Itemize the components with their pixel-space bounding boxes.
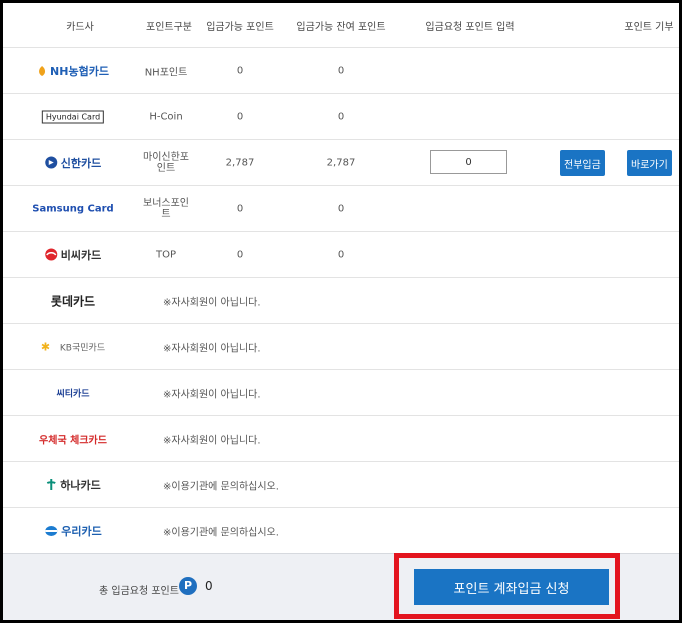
samsung-card-logo: Samsung Card — [32, 203, 114, 214]
table-row: 씨티카드 ※자사회원이 아닙니다. — [3, 369, 679, 415]
status-note: ※이용기관에 문의하십시오. — [163, 481, 279, 492]
available-points: 0 — [236, 65, 244, 76]
point-type: H-Coin — [149, 111, 183, 122]
point-type: TOP — [155, 249, 177, 260]
nh-leaf-icon — [39, 65, 46, 76]
point-badge-icon: P — [179, 577, 197, 595]
shinhan-logo-icon — [45, 156, 58, 169]
total-request-label: 총 입금요청 포인트 — [99, 586, 179, 597]
hana-card-logo: 하나카드 — [45, 477, 101, 493]
point-type: NH포인트 — [144, 67, 188, 78]
table-row: NH농협카드 NH포인트 0 0 — [3, 47, 679, 93]
available-remaining: 0 — [337, 249, 345, 260]
available-points: 2,787 — [225, 157, 255, 168]
available-remaining: 0 — [337, 111, 345, 122]
woori-card-logo: 우리카드 — [44, 523, 102, 539]
point-type: 마이신한포인트 — [143, 151, 189, 174]
deposit-all-button[interactable]: 전부입금 — [560, 150, 605, 176]
bc-logo-icon — [45, 248, 58, 261]
shinhan-card-logo: 신한카드 — [45, 155, 101, 171]
kb-card-logo: ✱ KB국민카드 — [40, 340, 106, 354]
table-row: 비씨카드 TOP 0 0 — [3, 231, 679, 277]
table-row: Samsung Card 보너스포인트 0 0 — [3, 185, 679, 231]
status-note: ※자사회원이 아닙니다. — [163, 343, 261, 354]
table-row: 우리카드 ※이용기관에 문의하십시오. — [3, 507, 679, 553]
table-header: 카드사 포인트구분 입금가능 포인트 입금가능 잔여 포인트 입금요청 포인트 … — [3, 3, 679, 47]
table-row: ✱ KB국민카드 ※자사회원이 아닙니다. — [3, 323, 679, 369]
postoffice-card-logo: 우체국 체크카드 — [39, 435, 107, 446]
table-row: Hyundai Card H-Coin 0 0 — [3, 93, 679, 139]
summary-footer: 총 입금요청 포인트 P 0 포인트 계좌입금 신청 — [3, 553, 679, 620]
header-card-company: 카드사 — [66, 22, 94, 33]
table-row: 우체국 체크카드 ※자사회원이 아닙니다. — [3, 415, 679, 461]
total-request-value: 0 — [205, 579, 213, 593]
hyundai-card-logo: Hyundai Card — [41, 110, 105, 123]
nh-card-logo: NH농협카드 — [37, 63, 109, 79]
go-directly-button[interactable]: 바로가기 — [627, 150, 672, 176]
svg-text:✱: ✱ — [41, 341, 50, 353]
citi-card-logo: 씨티카드 — [56, 389, 90, 399]
available-points: 0 — [236, 249, 244, 260]
request-point-input[interactable] — [430, 150, 507, 174]
header-request-input: 입금요청 포인트 입력 — [425, 22, 515, 33]
available-remaining: 2,787 — [326, 157, 356, 168]
header-available-points: 입금가능 포인트 — [206, 22, 274, 33]
status-note: ※이용기관에 문의하십시오. — [163, 527, 279, 538]
available-points: 0 — [236, 111, 244, 122]
apply-deposit-button[interactable]: 포인트 계좌입금 신청 — [414, 569, 609, 605]
table-row: 롯데카드 ※자사회원이 아닙니다. — [3, 277, 679, 323]
available-remaining: 0 — [337, 203, 345, 214]
point-type: 보너스포인트 — [143, 197, 189, 220]
apply-highlight-box: 포인트 계좌입금 신청 — [394, 553, 620, 619]
status-note: ※자사회원이 아닙니다. — [163, 297, 261, 308]
hana-logo-icon — [46, 479, 56, 490]
header-available-remaining: 입금가능 잔여 포인트 — [296, 22, 386, 33]
kb-star-icon: ✱ — [41, 341, 50, 353]
available-points: 0 — [236, 203, 244, 214]
lotte-card-logo: 롯데카드 — [50, 294, 96, 308]
table-row: 하나카드 ※이용기관에 문의하십시오. — [3, 461, 679, 507]
woori-logo-icon — [45, 525, 58, 536]
points-window: 카드사 포인트구분 입금가능 포인트 입금가능 잔여 포인트 입금요청 포인트 … — [0, 0, 682, 623]
status-note: ※자사회원이 아닙니다. — [163, 435, 261, 446]
header-donate: 포인트 기부 — [624, 22, 674, 33]
status-note: ※자사회원이 아닙니다. — [163, 389, 261, 400]
available-remaining: 0 — [337, 65, 345, 76]
header-point-type: 포인트구분 — [146, 22, 192, 33]
table-row: 신한카드 마이신한포인트 2,787 2,787 전부입금 바로가기 — [3, 139, 679, 185]
bc-card-logo: 비씨카드 — [45, 247, 101, 263]
